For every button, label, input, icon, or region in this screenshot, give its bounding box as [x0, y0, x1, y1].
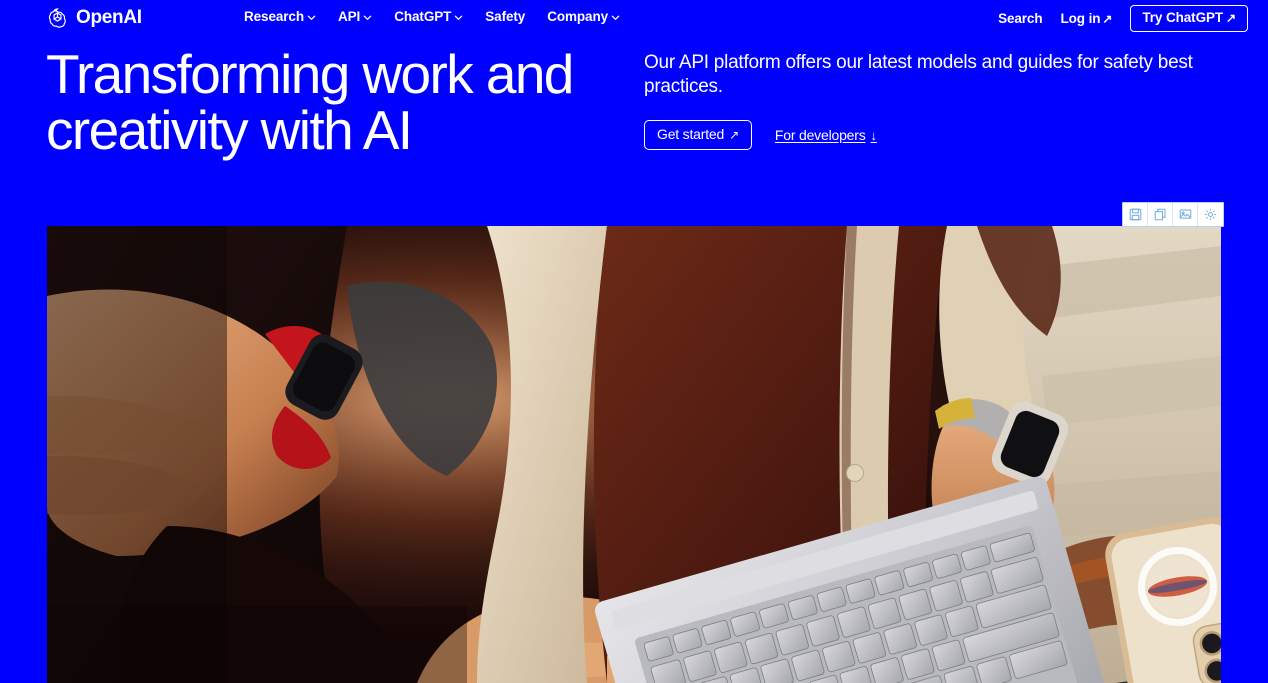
search-button[interactable]: Search	[998, 10, 1043, 27]
hero-subtitle: Our API platform offers our latest model…	[644, 52, 1193, 97]
copy-duplicate-icon	[1154, 208, 1167, 221]
nav-item-company[interactable]: Company	[547, 8, 620, 25]
image-picture-button[interactable]	[1173, 203, 1198, 226]
nav-item-research-label: Research	[244, 9, 304, 24]
login-link[interactable]: Log in ↗	[1061, 10, 1113, 27]
save-disk-icon	[1129, 208, 1142, 221]
chevron-down-icon	[307, 13, 316, 22]
hero-image	[47, 226, 1221, 683]
copy-duplicate-button[interactable]	[1148, 203, 1173, 226]
arrow-up-right-icon: ↗	[1226, 11, 1236, 25]
get-started-label: Get started	[657, 126, 725, 142]
get-started-button[interactable]: Get started ↗	[644, 120, 752, 150]
nav-links: Research API ChatGPT Safety Company	[244, 8, 620, 25]
nav-item-chatgpt-label: ChatGPT	[394, 9, 452, 24]
for-developers-label: For developers	[774, 126, 866, 143]
save-disk-button[interactable]	[1123, 203, 1148, 226]
for-developers-link[interactable]: For developers ↓	[775, 127, 877, 144]
main-navigation: OpenAI Research API ChatGPT Safety Compa…	[0, 0, 1268, 34]
hero-actions: Get started ↗ For developers ↓	[644, 120, 1219, 150]
page-title: Transforming work and creativity with AI	[46, 43, 574, 161]
nav-item-company-label: Company	[547, 9, 609, 24]
chevron-down-icon	[363, 13, 372, 22]
nav-item-safety-label: Safety	[485, 9, 526, 24]
image-toolbar	[1122, 202, 1224, 227]
brand-logo-link[interactable]: OpenAI	[46, 5, 142, 29]
arrow-down-icon: ↓	[870, 127, 878, 143]
try-chatgpt-label: Try ChatGPT	[1142, 10, 1224, 25]
gear-settings-button[interactable]	[1198, 203, 1223, 226]
gear-settings-icon	[1204, 208, 1217, 221]
arrow-up-right-icon: ↗	[1102, 11, 1113, 26]
nav-item-research[interactable]: Research	[244, 8, 316, 25]
openai-homepage: OpenAI Research API ChatGPT Safety Compa…	[0, 0, 1268, 683]
login-label: Log in	[1060, 11, 1101, 26]
nav-item-api[interactable]: API	[338, 8, 372, 25]
search-label: Search	[998, 11, 1043, 26]
try-chatgpt-button[interactable]: Try ChatGPT ↗	[1130, 5, 1248, 32]
openai-logo-icon	[46, 6, 69, 29]
arrow-up-right-icon: ↗	[729, 127, 739, 142]
chevron-down-icon	[611, 13, 620, 22]
nav-item-safety[interactable]: Safety	[485, 8, 525, 25]
nav-item-api-label: API	[338, 9, 361, 24]
brand-name: OpenAI	[76, 6, 142, 28]
nav-item-chatgpt[interactable]: ChatGPT	[394, 8, 463, 25]
nav-actions: Search Log in ↗ Try ChatGPT ↗	[998, 5, 1248, 32]
hero-right-column: Our API platform offers our latest model…	[644, 51, 1219, 150]
chevron-down-icon	[454, 13, 463, 22]
image-picture-icon	[1179, 208, 1192, 221]
hero-section: Transforming work and creativity with AI…	[0, 44, 1268, 214]
